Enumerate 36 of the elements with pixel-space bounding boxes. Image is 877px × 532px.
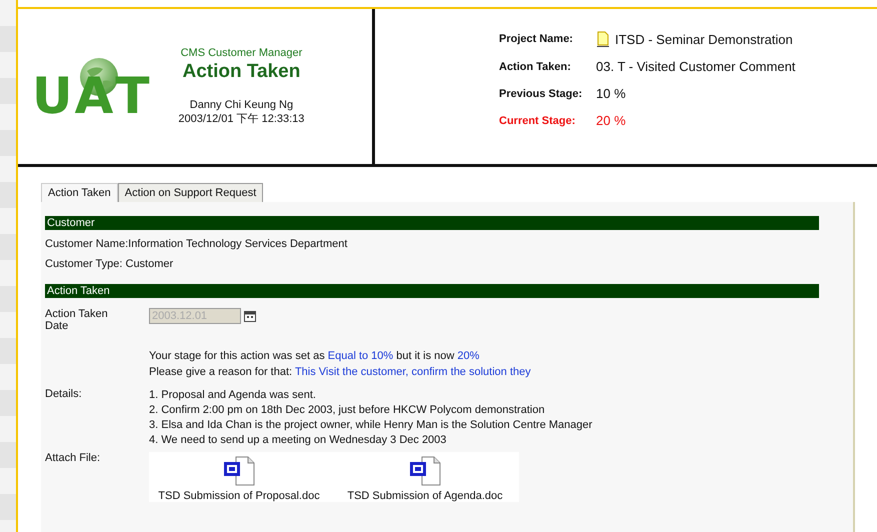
timestamp: 2003/12/01 下午 12:33:13 [178, 112, 304, 126]
stage-note: Please give a reason for that: This Visit the customer, confirm the solution they [149, 365, 532, 380]
field-value: ITSD - Seminar Demonstration [615, 32, 793, 46]
field-label: Project Name: [499, 33, 574, 45]
field-label: Previous Stage: [499, 88, 584, 100]
file-link[interactable]: TSD Submission of Agenda.doc [347, 490, 503, 502]
customer-info: Customer Type: Customer [45, 258, 174, 270]
app-name: CMS Customer Manager [180, 47, 302, 59]
user-name: Danny Chi Keung Ng [190, 99, 294, 111]
field-value: 03. T - Visited Customer Comment [596, 59, 796, 74]
file-link[interactable]: TSD Submission of Proposal.doc [158, 490, 320, 502]
section-header: Action Taken [45, 284, 819, 298]
field-value: 20 % [596, 113, 626, 128]
field-label: Attach File: [45, 452, 102, 466]
link[interactable]: 20% [457, 350, 480, 362]
tab[interactable]: Action Taken [41, 183, 118, 202]
project-icon[interactable] [596, 31, 610, 47]
document-icon[interactable] [408, 456, 442, 486]
details-line: 3. Elsa and Ida Chan is the project owner, while Henry Man is the Solution Centre Manager [149, 418, 594, 433]
link[interactable]: Equal to 10% [328, 350, 394, 362]
document-icon[interactable] [222, 456, 256, 486]
customer-info: Customer Name:Information Technology Services Department [45, 238, 348, 250]
details-line: 2. Confirm 2:00 pm on 18th Dec 2003, just before HKCW Polycom demonstration [149, 403, 546, 418]
field-label: Details: [45, 388, 83, 402]
section-header: Customer [45, 216, 819, 230]
page-title: Action Taken [182, 61, 300, 83]
details-line: 4. We need to send up a meeting on Wednesday 3 Dec 2003 [149, 433, 448, 448]
calendar-icon[interactable] [244, 310, 256, 322]
stage-note: Your stage for this action was set as Equal to 10% but it is now 20% [149, 349, 480, 364]
field-label: Action Taken: [499, 60, 572, 72]
field-value: 10 % [596, 86, 626, 101]
field-label: Action Taken Date [45, 308, 109, 332]
tab[interactable]: Action on Support Request [118, 183, 264, 202]
field-label: Current Stage: [499, 114, 576, 126]
link[interactable]: This Visit the customer, confirm the solution they [294, 366, 531, 378]
details-line: 1. Proposal and Agenda was sent. [149, 388, 317, 403]
